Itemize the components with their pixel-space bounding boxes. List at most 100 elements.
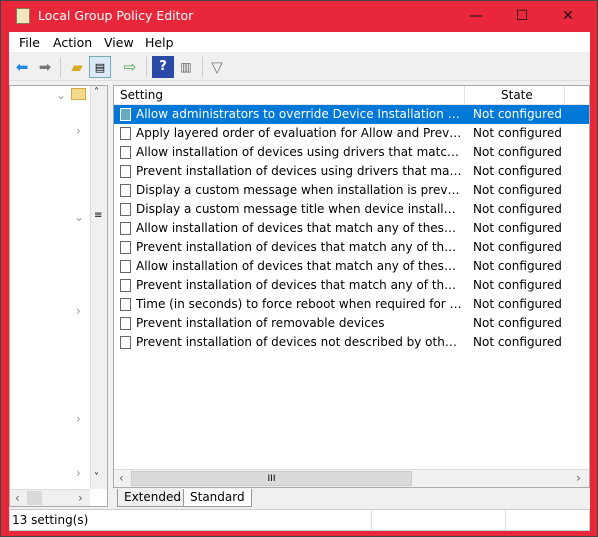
table-row[interactable]: Prevent installation of devices that mat… (114, 276, 589, 295)
tree-pane[interactable]: ⌄ › ⌄ › › › ˄ ≡ ˅ ‹ › (9, 85, 108, 507)
setting-name: Prevent installation of devices that mat… (136, 240, 462, 254)
forward-icon[interactable]: ➡ (34, 56, 56, 78)
policy-setting-icon (120, 336, 131, 349)
setting-state: Not configured (473, 145, 562, 159)
scroll-right-icon[interactable]: › (576, 471, 581, 485)
show-action-pane-icon[interactable]: ▥ (175, 56, 197, 78)
menu-view[interactable]: View (104, 35, 134, 50)
scroll-right-icon[interactable]: › (78, 491, 83, 505)
setting-state: Not configured (473, 221, 562, 235)
setting-name: Allow installation of devices using driv… (136, 145, 462, 159)
table-row[interactable]: Allow installation of devices using driv… (114, 143, 589, 162)
maximize-button[interactable]: ☐ (499, 1, 545, 31)
policy-setting-icon (120, 165, 131, 178)
column-divider[interactable] (464, 86, 465, 105)
table-row[interactable]: Apply layered order of evaluation for Al… (114, 124, 589, 143)
scroll-grip-icon[interactable]: ≡ (94, 210, 102, 221)
setting-state: Not configured (473, 335, 562, 349)
close-button[interactable]: ✕ (545, 1, 591, 31)
window-title: Local Group Policy Editor (38, 8, 194, 23)
policy-setting-icon (120, 298, 131, 311)
policy-setting-icon (120, 127, 131, 140)
policy-setting-icon (120, 260, 131, 273)
separator (146, 57, 147, 77)
status-bar: 13 setting(s) (9, 509, 590, 531)
table-row[interactable]: Allow administrators to override Device … (114, 105, 589, 124)
setting-state: Not configured (473, 297, 562, 311)
setting-name: Apply layered order of evaluation for Al… (136, 126, 462, 140)
policy-setting-icon (120, 317, 131, 330)
scroll-down-icon[interactable]: ˅ (94, 472, 99, 483)
setting-name: Prevent installation of devices that mat… (136, 278, 462, 292)
separator (60, 57, 61, 77)
setting-state: Not configured (473, 240, 562, 254)
table-row[interactable]: Time (in seconds) to force reboot when r… (114, 295, 589, 314)
setting-name: Prevent installation of devices not desc… (136, 335, 462, 349)
table-row[interactable]: Display a custom message when installati… (114, 181, 589, 200)
scroll-left-icon[interactable]: ‹ (119, 471, 124, 485)
filter-icon[interactable]: ▽ (206, 56, 228, 78)
list-horizontal-scrollbar[interactable]: ‹ III › (114, 469, 589, 487)
tab-extended[interactable]: Extended (117, 489, 188, 507)
table-row[interactable]: Allow installation of devices that match… (114, 219, 589, 238)
policy-setting-icon (120, 241, 131, 254)
scroll-thumb[interactable]: III (131, 471, 412, 486)
setting-name: Allow installation of devices that match… (136, 221, 462, 235)
setting-name: Display a custom message title when devi… (136, 202, 462, 216)
export-list-icon[interactable]: ⇨ (119, 56, 141, 78)
setting-state: Not configured (473, 164, 562, 178)
setting-name: Prevent installation of removable device… (136, 316, 385, 330)
folder-icon (71, 88, 86, 100)
chevron-down-icon[interactable]: ⌄ (56, 88, 66, 102)
policy-setting-icon (120, 279, 131, 292)
setting-name: Time (in seconds) to force reboot when r… (136, 297, 462, 311)
scroll-thumb[interactable] (27, 491, 42, 505)
policy-setting-icon (120, 108, 131, 121)
policy-setting-icon (120, 203, 131, 216)
show-hide-tree-icon[interactable]: ▤ (89, 56, 111, 78)
setting-name: Allow installation of devices that match… (136, 259, 462, 273)
tree-vertical-scrollbar[interactable]: ˄ ≡ ˅ (90, 86, 107, 489)
setting-name: Display a custom message when installati… (136, 183, 462, 197)
back-icon[interactable]: ⬅ (11, 56, 33, 78)
minimize-button[interactable]: — (453, 1, 499, 31)
app-scroll-icon (16, 8, 30, 24)
menu-help[interactable]: Help (145, 35, 174, 50)
title-bar: Local Group Policy Editor — ☐ ✕ (1, 1, 597, 31)
up-folder-icon[interactable]: ▰ (66, 56, 88, 78)
setting-state: Not configured (473, 202, 562, 216)
chevron-right-icon[interactable]: › (76, 466, 81, 480)
tab-standard[interactable]: Standard (183, 489, 252, 507)
client-area: File Action View Help ⬅ ➡ ▰ ▤ ⇨ ? ▥ ▽ ⌄ … (9, 32, 590, 531)
setting-state: Not configured (473, 259, 562, 273)
status-text: 13 setting(s) (12, 513, 89, 527)
scroll-up-icon[interactable]: ˄ (94, 87, 99, 98)
table-row[interactable]: Allow installation of devices that match… (114, 257, 589, 276)
setting-state: Not configured (473, 126, 562, 140)
separator (202, 57, 203, 77)
column-header-setting[interactable]: Setting (120, 88, 163, 102)
chevron-right-icon[interactable]: › (76, 412, 81, 426)
table-row[interactable]: Prevent installation of devices that mat… (114, 238, 589, 257)
menu-action[interactable]: Action (53, 35, 92, 50)
view-tabs: Extended Standard (113, 488, 590, 508)
table-row[interactable]: Prevent installation of devices using dr… (114, 162, 589, 181)
column-header-state[interactable]: State (501, 88, 533, 102)
table-row[interactable]: Display a custom message title when devi… (114, 200, 589, 219)
table-row[interactable]: Prevent installation of devices not desc… (114, 333, 589, 352)
chevron-down-icon[interactable]: ⌄ (74, 210, 84, 224)
window: Local Group Policy Editor — ☐ ✕ File Act… (0, 0, 598, 537)
tree-horizontal-scrollbar[interactable]: ‹ › (10, 489, 90, 506)
setting-name: Prevent installation of devices using dr… (136, 164, 462, 178)
setting-state: Not configured (473, 107, 562, 121)
chevron-right-icon[interactable]: › (76, 304, 81, 318)
setting-state: Not configured (473, 316, 562, 330)
chevron-right-icon[interactable]: › (76, 124, 81, 138)
scroll-left-icon[interactable]: ‹ (15, 491, 20, 505)
table-row[interactable]: Prevent installation of removable device… (114, 314, 589, 333)
help-icon[interactable]: ? (152, 56, 174, 78)
setting-state: Not configured (473, 278, 562, 292)
menu-file[interactable]: File (19, 35, 40, 50)
setting-name: Allow administrators to override Device … (136, 107, 462, 121)
column-divider[interactable] (564, 86, 565, 105)
